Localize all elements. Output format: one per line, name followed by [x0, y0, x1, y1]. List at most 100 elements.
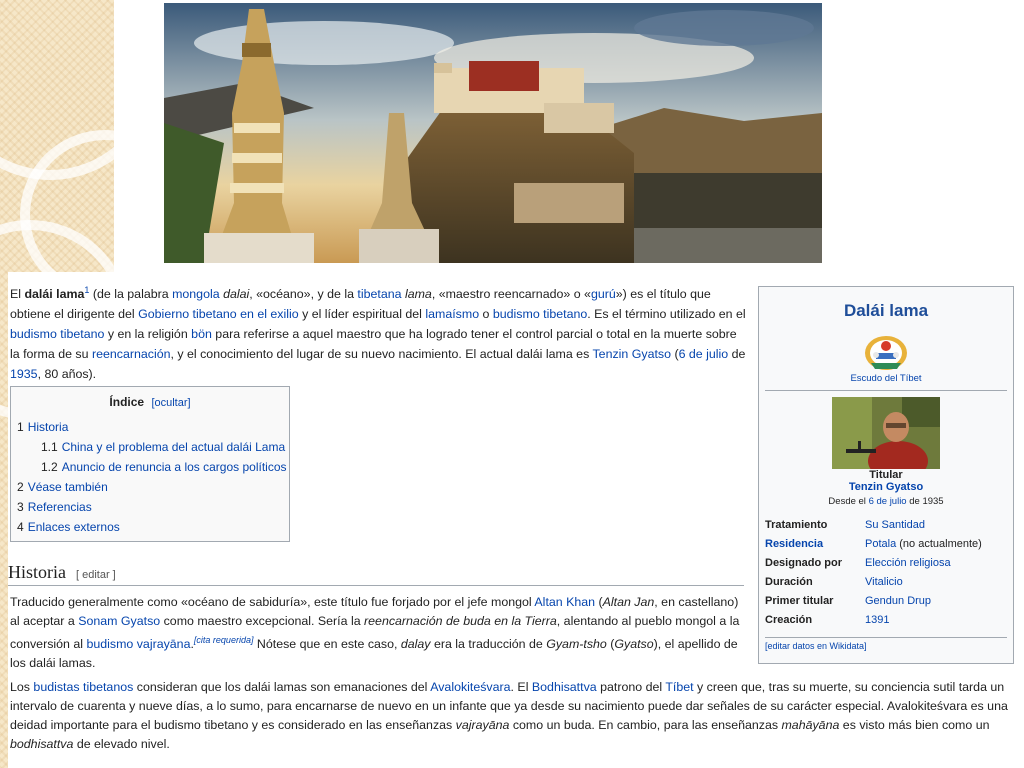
text: era la traducción de [430, 637, 547, 652]
wikidata-edit-link[interactable]: [editar datos en Wikidata] [765, 641, 867, 651]
tenzin-gyatso-photo[interactable] [832, 397, 940, 469]
since-date-link[interactable]: 6 de julio [869, 496, 907, 507]
text: patrono del [596, 680, 666, 694]
toc-number: 1.1 [41, 440, 58, 454]
emblem-caption-link[interactable]: Escudo del Tíbet [850, 373, 921, 384]
italic-word: Gyam-tsho [546, 637, 607, 652]
text: El [10, 287, 25, 302]
infobox-value-link[interactable]: 1391 [865, 614, 889, 626]
text: , 80 años). [37, 367, 97, 382]
link-budismo-tibetano[interactable]: budismo tibetano [493, 307, 587, 321]
toc-item-historia[interactable]: 1 Historia [17, 417, 289, 437]
link-1935[interactable]: 1935 [10, 367, 38, 381]
infobox-value-link[interactable]: Vitalicio [865, 576, 903, 588]
infobox-value-link[interactable]: Gendun Drup [865, 595, 931, 607]
toc-list: 1 Historia 1.1 China y el problema del act… [11, 417, 289, 537]
text: Nótese que en este caso, [253, 637, 401, 652]
text: consideran que los dalái lamas son emana… [133, 680, 431, 694]
toc-number: 1.2 [41, 460, 58, 474]
italic-word: dalai [223, 287, 250, 302]
text: como un buda. En cambio, para las enseña… [509, 718, 782, 732]
toc-item-referencias[interactable]: 3 Referencias [17, 497, 289, 517]
link-budismo-tibetano[interactable]: budismo tibetano [10, 327, 104, 341]
toc-label: Enlaces externos [27, 520, 120, 534]
infobox-row: Residencia Potala (no actualmente) [763, 536, 984, 555]
text: o [479, 307, 493, 322]
text: es visto más bien como un [839, 718, 990, 732]
toc-label: Anuncio de renuncia a los cargos polític… [61, 460, 287, 474]
infobox-value-link[interactable]: Elección religiosa [865, 557, 951, 569]
infobox-row: Duración Vitalicio [763, 574, 984, 593]
toc-item-anuncio[interactable]: 1.2 Anuncio de renuncia a los cargos polí… [17, 457, 289, 477]
section-heading: Historia [ editar ] [8, 562, 744, 586]
italic-word: vajrayāna [455, 718, 510, 732]
text: . Es el término utilizado en el [587, 307, 746, 322]
infobox-role: Titular [869, 469, 903, 481]
toc-toggle-button[interactable]: [ocultar] [151, 397, 190, 409]
article-content: El dalái lama 1 (de la palabra mongola da… [8, 272, 1018, 768]
link-sonam-gyatso[interactable]: Sonam Gyatso [78, 614, 160, 628]
infobox-row: Primer titular Gendun Drup [763, 593, 984, 612]
infobox-value-note: (no actualmente) [896, 538, 982, 550]
infobox-key: Tratamiento [765, 519, 828, 531]
tibet-coat-of-arms-icon[interactable] [863, 333, 909, 371]
italic-word: mahāyāna [781, 718, 840, 732]
text: Traducido generalmente como «océano de s… [10, 595, 535, 609]
link-guru[interactable]: gurú [591, 287, 616, 301]
text: (de la palabra [89, 287, 173, 302]
text: como maestro excepcional. Sería la [160, 614, 365, 628]
infobox-holder-link[interactable]: Tenzin Gyatso [849, 481, 923, 493]
edit-section-link[interactable]: [ editar ] [76, 569, 116, 581]
infobox-key-link[interactable]: Residencia [765, 538, 823, 550]
toc-label: China y el problema del actual dalái Lam… [61, 440, 286, 454]
text: ( [595, 595, 603, 609]
link-reencarnacion[interactable]: reencarnación [92, 347, 171, 361]
toc-item-enlaces[interactable]: 4 Enlaces externos [17, 517, 289, 537]
link-tibet[interactable]: Tíbet [665, 680, 693, 694]
text: Los [10, 680, 34, 694]
infobox-row: Creación 1391 [763, 612, 984, 631]
toc-label: Referencias [27, 500, 92, 514]
link-bodhisattva[interactable]: Bodhisattva [532, 680, 597, 694]
infobox-row: Tratamiento Su Santidad [763, 517, 984, 536]
infobox-table: Tratamiento Su Santidad Residencia Potal… [763, 517, 984, 631]
link-mongola[interactable]: mongola [172, 287, 220, 301]
toc-number: 4 [17, 520, 24, 534]
infobox-key: Designado por [765, 557, 843, 569]
text: de 1935 [906, 496, 944, 507]
infobox-value-link[interactable]: Su Santidad [865, 519, 925, 531]
toc-item-vease[interactable]: 2 Véase también [17, 477, 289, 497]
italic-word: dalay [400, 637, 431, 652]
italic-word: lama [404, 287, 432, 302]
infobox-key: Duración [765, 576, 813, 588]
text: de elevado nivel. [73, 737, 170, 751]
text: . El [510, 680, 532, 694]
link-bon[interactable]: bön [191, 327, 212, 341]
italic-word: Gyatso [614, 637, 654, 652]
infobox-since: Desde el 6 de julio de 1935 [759, 496, 1013, 507]
citation-needed-link[interactable]: [cita requerida] [194, 635, 254, 645]
link-tibetana[interactable]: tibetana [357, 287, 401, 301]
link-budismo-vajrayana[interactable]: budismo vajrayāna [86, 637, 190, 651]
text: y el líder espiritual del [298, 307, 426, 322]
text: , «maestro reencarnado» o « [431, 287, 591, 302]
link-budistas-tibetanos[interactable]: budistas tibetanos [33, 680, 133, 694]
infobox-value-link[interactable]: Potala [865, 538, 896, 550]
divider [765, 390, 1007, 391]
link-altan-khan[interactable]: Altan Khan [534, 595, 595, 609]
link-avalokitesvara[interactable]: Avalokiteśvara [430, 680, 510, 694]
link-gobierno-tibetano[interactable]: Gobierno tibetano en el exilio [138, 307, 299, 321]
toc-label: Véase también [27, 480, 108, 494]
link-fecha[interactable]: 6 de julio [679, 347, 729, 361]
infobox-title: Dalái lama [843, 301, 929, 320]
link-lamaismo[interactable]: lamaísmo [425, 307, 479, 321]
text: Desde el [828, 496, 869, 507]
italic-word: bodhisattva [10, 737, 74, 751]
toc-label: Historia [27, 420, 69, 434]
toc-item-china[interactable]: 1.1 China y el problema del actual dalái … [17, 437, 289, 457]
toc-number: 2 [17, 480, 24, 494]
italic-word: Altan Jan [602, 595, 655, 609]
text: ( [671, 347, 679, 362]
link-tenzin-gyatso[interactable]: Tenzin Gyatso [592, 347, 671, 361]
bold-term: dalái lama [24, 287, 85, 302]
